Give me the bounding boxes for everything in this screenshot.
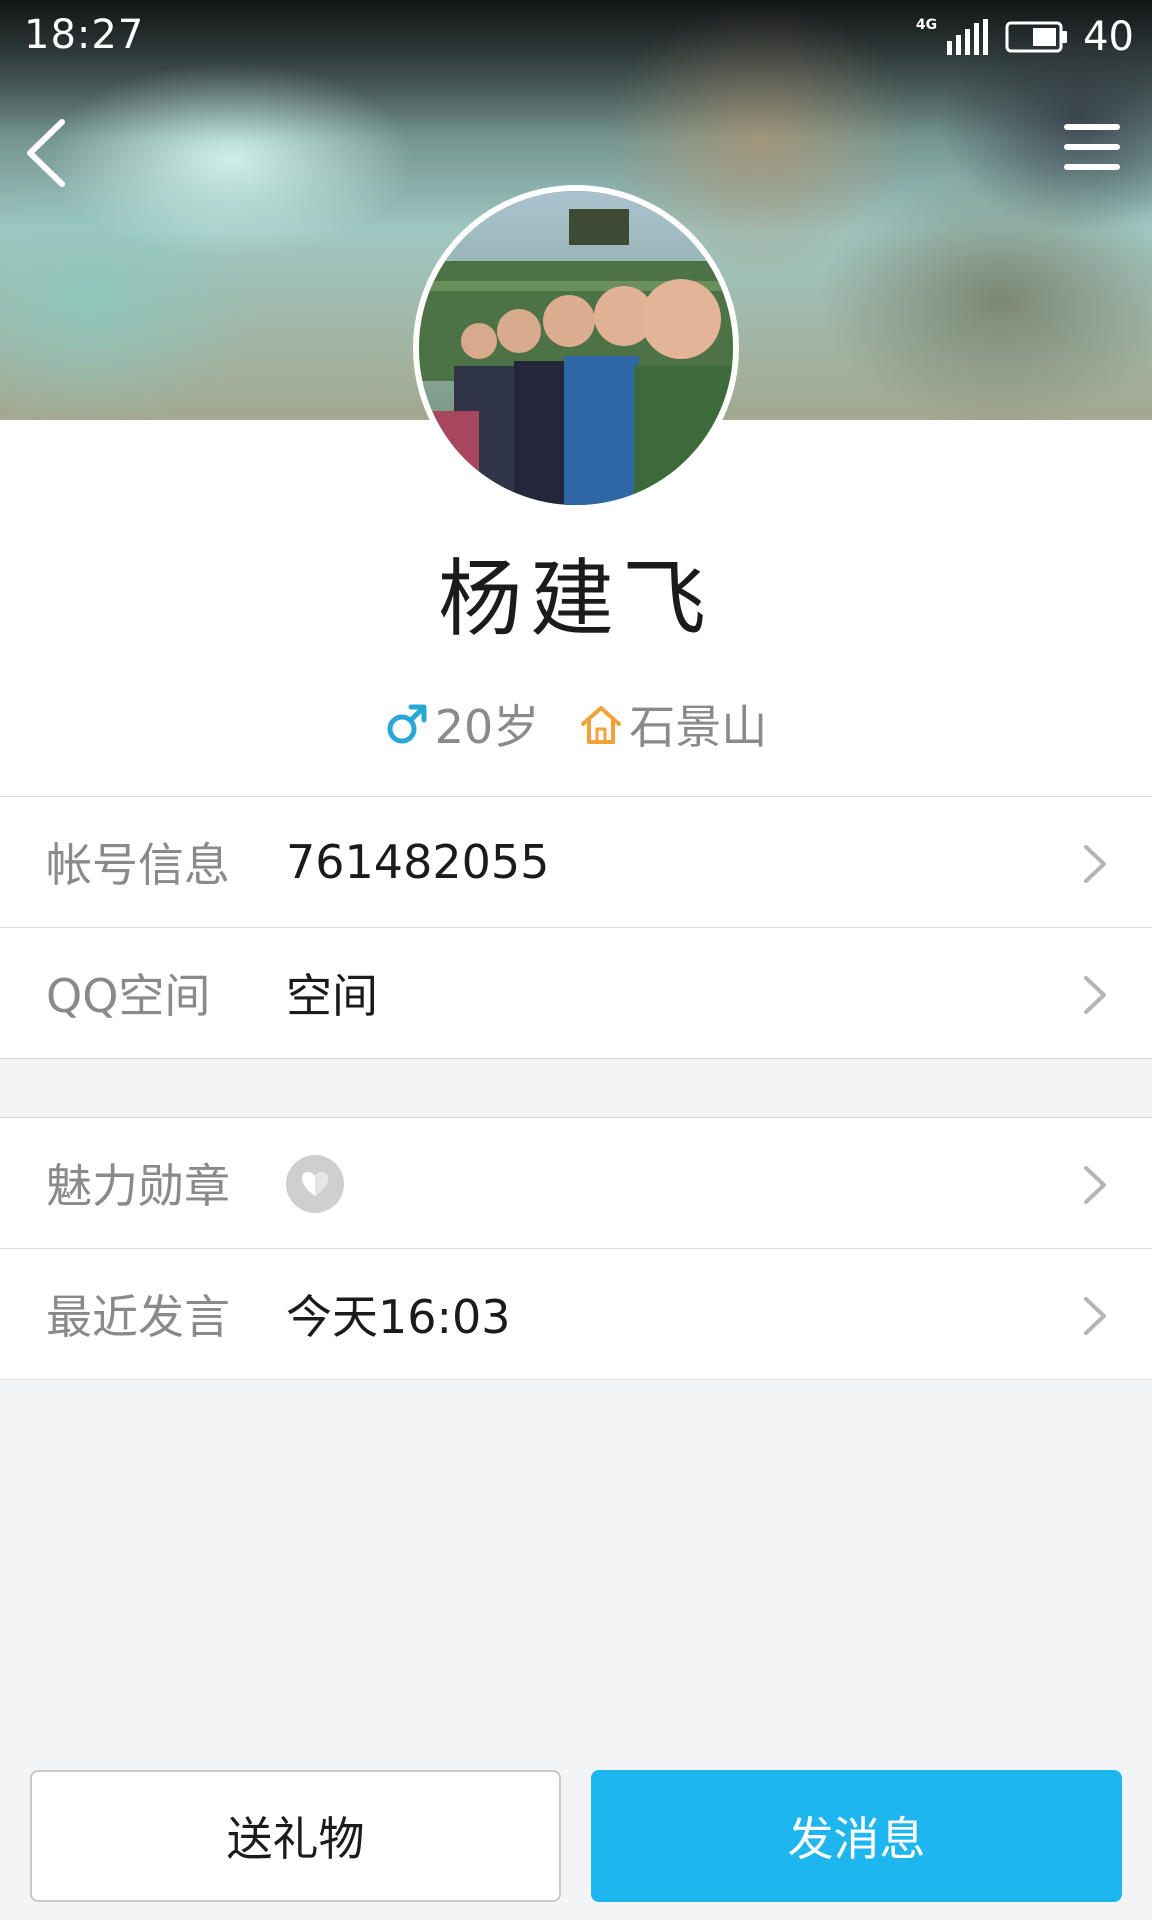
- heart-badge-icon: [286, 1155, 344, 1213]
- account-info-label: 帐号信息: [46, 838, 230, 892]
- qzone-value: 空间: [286, 969, 378, 1023]
- status-time: 18:27: [24, 12, 145, 58]
- location-text: 石景山: [629, 700, 768, 754]
- recent-post-label: 最近发言: [46, 1290, 230, 1344]
- profile-activity-list: 魅力勋章 最近发言 今天16:03: [0, 1117, 1152, 1380]
- qzone-row[interactable]: QQ空间 空间: [0, 927, 1152, 1058]
- home-icon: [581, 706, 622, 744]
- location-info: 石景山: [579, 691, 767, 757]
- chevron-left-icon: [27, 119, 65, 187]
- charm-badge-label: 魅力勋章: [46, 1159, 230, 1213]
- recent-post-time: 今天16:03: [286, 1290, 511, 1344]
- hamburger-menu-icon: [1064, 124, 1120, 170]
- profile-name: 杨建飞: [437, 550, 714, 648]
- account-info-row[interactable]: 帐号信息 761482055: [0, 796, 1152, 927]
- back-button[interactable]: [22, 118, 82, 188]
- status-bar: 18:27 4G 40: [0, 0, 1152, 76]
- charm-badge-row[interactable]: 魅力勋章: [0, 1117, 1152, 1248]
- profile-screen: 18:27 4G 40 杨建飞 20岁 石景山 帐号信息 761482055 Q…: [0, 0, 1152, 1920]
- send-gift-button[interactable]: 送礼物: [30, 1770, 561, 1902]
- profile-info-list: 帐号信息 761482055 QQ空间 空间: [0, 796, 1152, 1059]
- male-symbol-icon: [387, 704, 427, 744]
- qzone-label: QQ空间: [46, 969, 211, 1023]
- status-indicators: 4G 40: [916, 12, 1134, 62]
- battery-level: 40: [1083, 14, 1134, 60]
- send-message-button[interactable]: 发消息: [591, 1770, 1122, 1902]
- signal-icon: [947, 19, 989, 55]
- age-info: 20岁: [385, 691, 540, 757]
- recent-post-row[interactable]: 最近发言 今天16:03: [0, 1248, 1152, 1379]
- chevron-right-icon: [1084, 845, 1106, 883]
- menu-button[interactable]: [1062, 122, 1122, 172]
- battery-icon: [1005, 21, 1068, 53]
- avatar-photo: [419, 191, 733, 505]
- chevron-right-icon: [1084, 1166, 1106, 1204]
- chevron-right-icon: [1084, 1297, 1106, 1335]
- network-type: 4G: [915, 17, 938, 33]
- profile-meta: 20岁 石景山: [0, 696, 1152, 754]
- age-text: 20岁: [434, 700, 540, 754]
- section-divider: [0, 1059, 1152, 1117]
- account-number: 761482055: [286, 835, 550, 889]
- chevron-right-icon: [1084, 976, 1106, 1014]
- avatar[interactable]: [413, 185, 739, 511]
